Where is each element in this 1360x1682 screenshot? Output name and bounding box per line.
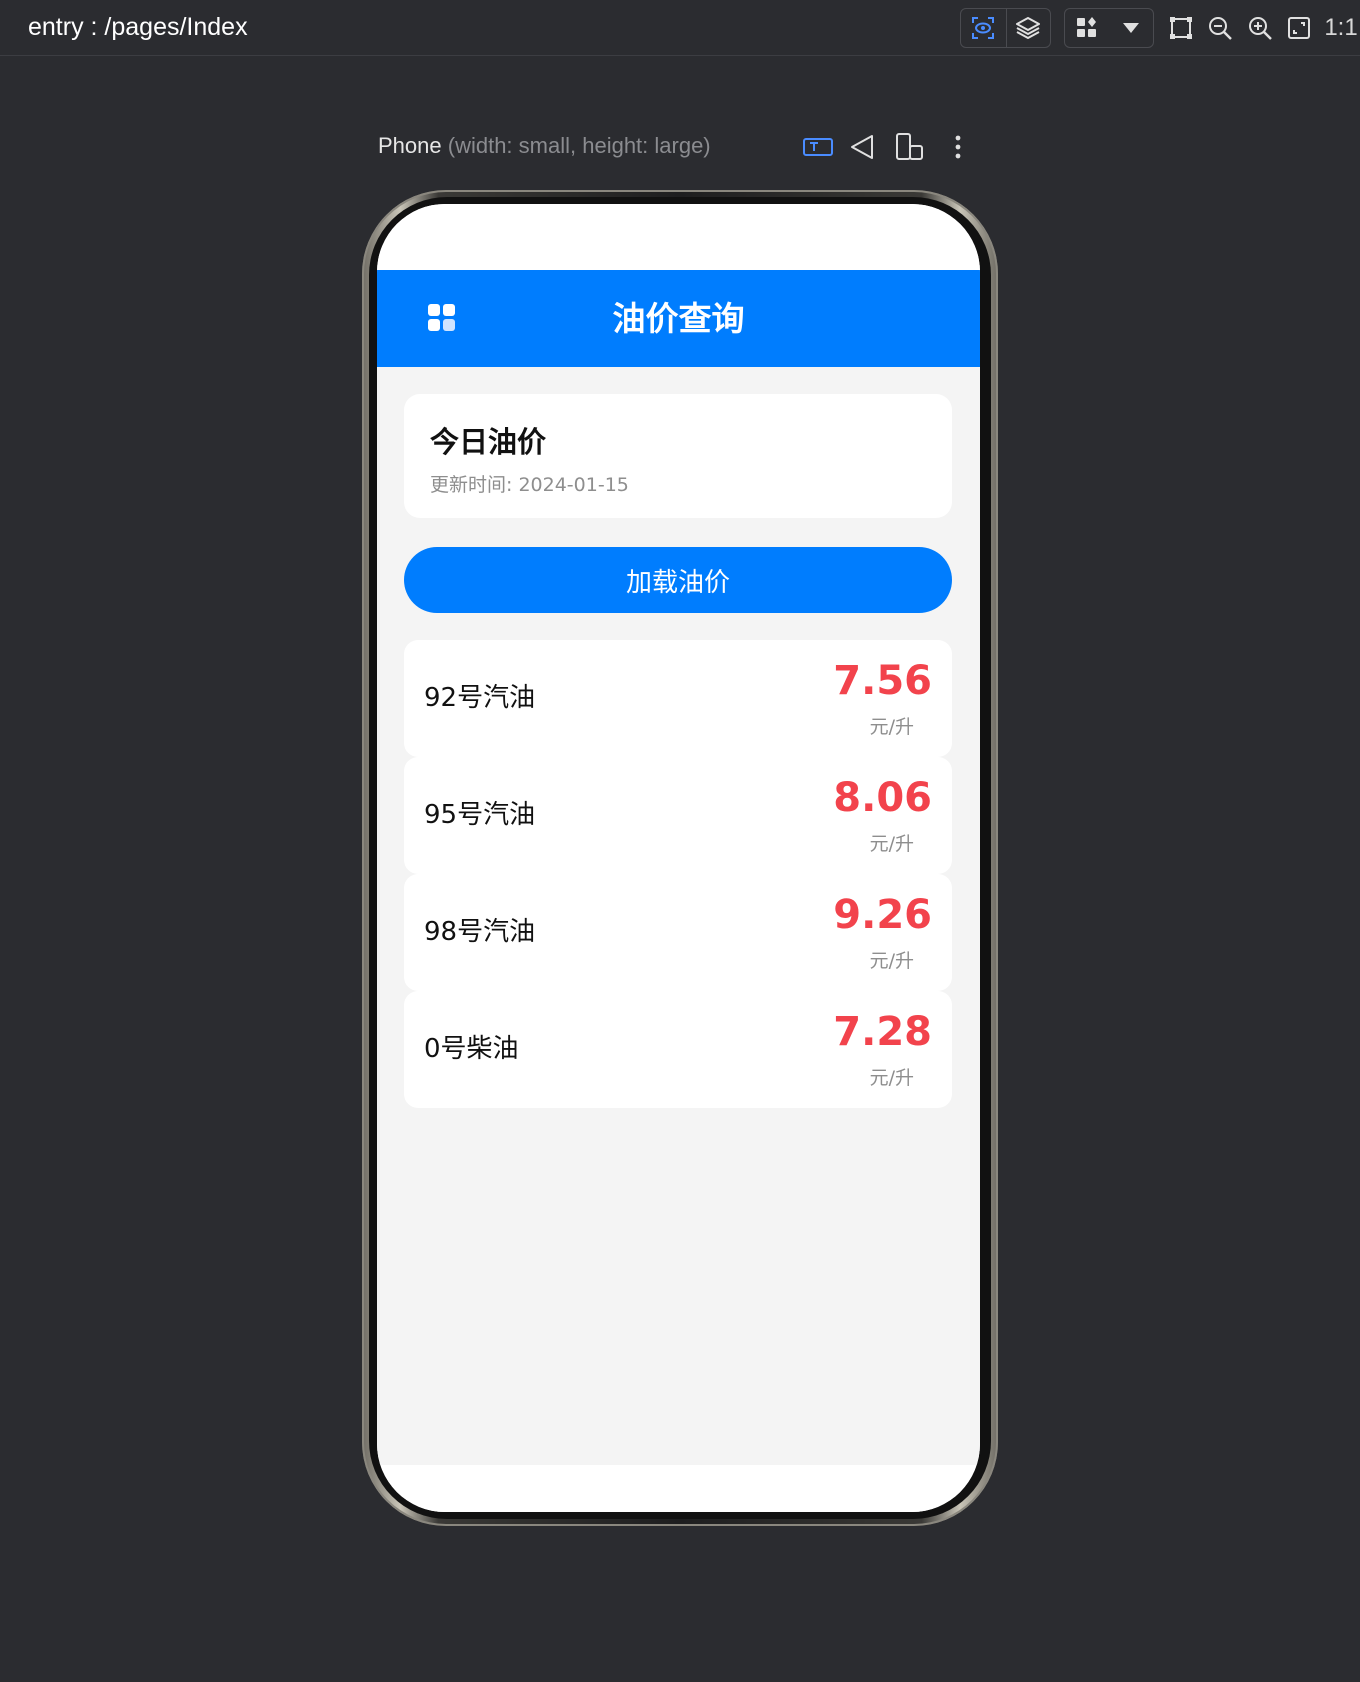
device-size: (width: small, height: large)	[447, 133, 711, 158]
price-unit: 元/升	[869, 1067, 914, 1089]
price-list: 92号汽油 7.56 元/升 95号汽油 8.06 元/升 98号汽油 9.26…	[404, 640, 952, 1108]
price-item-diesel[interactable]: 0号柴油 7.28 元/升	[404, 991, 952, 1108]
fuel-price: 7.56	[833, 658, 932, 704]
dropdown-icon	[1123, 23, 1139, 33]
update-date: 2024-01-15	[518, 474, 629, 496]
inspect-group	[960, 8, 1051, 48]
price-unit: 元/升	[869, 950, 914, 972]
app-title: 油价查询	[612, 299, 745, 338]
zoom-in-icon	[1249, 17, 1272, 40]
components-button[interactable]	[1065, 9, 1109, 47]
zoom-in-button[interactable]	[1241, 9, 1279, 47]
components-dropdown[interactable]	[1109, 9, 1153, 47]
update-label: 更新时间:	[430, 474, 519, 496]
price-item-95[interactable]: 95号汽油 8.06 元/升	[404, 757, 952, 874]
price-item-98[interactable]: 98号汽油 9.26 元/升	[404, 874, 952, 991]
fuel-name: 98号汽油	[424, 917, 536, 947]
components-icon	[1077, 17, 1096, 37]
page-path: entry : /pages/Index	[28, 13, 248, 41]
more-icon	[955, 135, 961, 159]
device-name: Phone	[378, 133, 442, 158]
info-card: 今日油价 更新时间: 2024-01-15	[404, 394, 952, 518]
status-bar-area	[377, 204, 980, 270]
ide-toolbar: entry : /pages/Index 1:1	[0, 0, 1360, 56]
more-button[interactable]	[940, 129, 976, 165]
fuel-price: 7.28	[833, 1009, 932, 1055]
card-title: 今日油价	[430, 425, 547, 459]
text-mode-button[interactable]	[800, 129, 836, 165]
fit-icon	[1288, 17, 1310, 39]
fuel-name: 95号汽油	[424, 800, 536, 830]
zoom-out-icon	[1209, 17, 1232, 40]
inspect-button[interactable]	[961, 9, 1006, 47]
frame-button[interactable]	[1162, 9, 1200, 47]
update-time: 更新时间: 2024-01-15	[430, 470, 629, 497]
frame-icon	[1170, 17, 1192, 39]
fuel-price: 9.26	[833, 892, 932, 938]
price-unit: 元/升	[869, 716, 914, 738]
text-mode-icon	[803, 138, 833, 156]
components-group	[1064, 8, 1154, 48]
content-area: 今日油价 更新时间: 2024-01-15 加载油价 92号汽油 7.56 元/…	[377, 367, 980, 1465]
actual-size-label: 1:1	[1324, 14, 1358, 41]
device-switch-icon	[896, 133, 923, 160]
load-prices-button[interactable]: 加载油价	[404, 547, 952, 613]
zoom-out-button[interactable]	[1201, 9, 1239, 47]
price-unit: 元/升	[869, 833, 914, 855]
fuel-name: 0号柴油	[424, 1034, 519, 1064]
app-header: 油价查询	[377, 270, 980, 367]
fuel-name: 92号汽油	[424, 683, 536, 713]
rotate-icon	[851, 135, 873, 159]
navigation-bar-area	[377, 1465, 980, 1512]
layers-button[interactable]	[1005, 9, 1051, 47]
device-switch-button[interactable]	[891, 129, 927, 165]
layers-icon	[1016, 17, 1041, 39]
price-item-92[interactable]: 92号汽油 7.56 元/升	[404, 640, 952, 757]
phone-screen: 油价查询 今日油价 更新时间: 2024-01-15 加载油价 92号汽油 7.…	[377, 204, 980, 1512]
rotate-button[interactable]	[844, 129, 880, 165]
inspect-icon	[972, 17, 995, 39]
device-label: Phone (width: small, height: large)	[378, 133, 711, 159]
fit-button[interactable]	[1280, 9, 1318, 47]
actual-size-button[interactable]: 1:1	[1322, 9, 1360, 47]
fuel-price: 8.06	[833, 775, 932, 821]
